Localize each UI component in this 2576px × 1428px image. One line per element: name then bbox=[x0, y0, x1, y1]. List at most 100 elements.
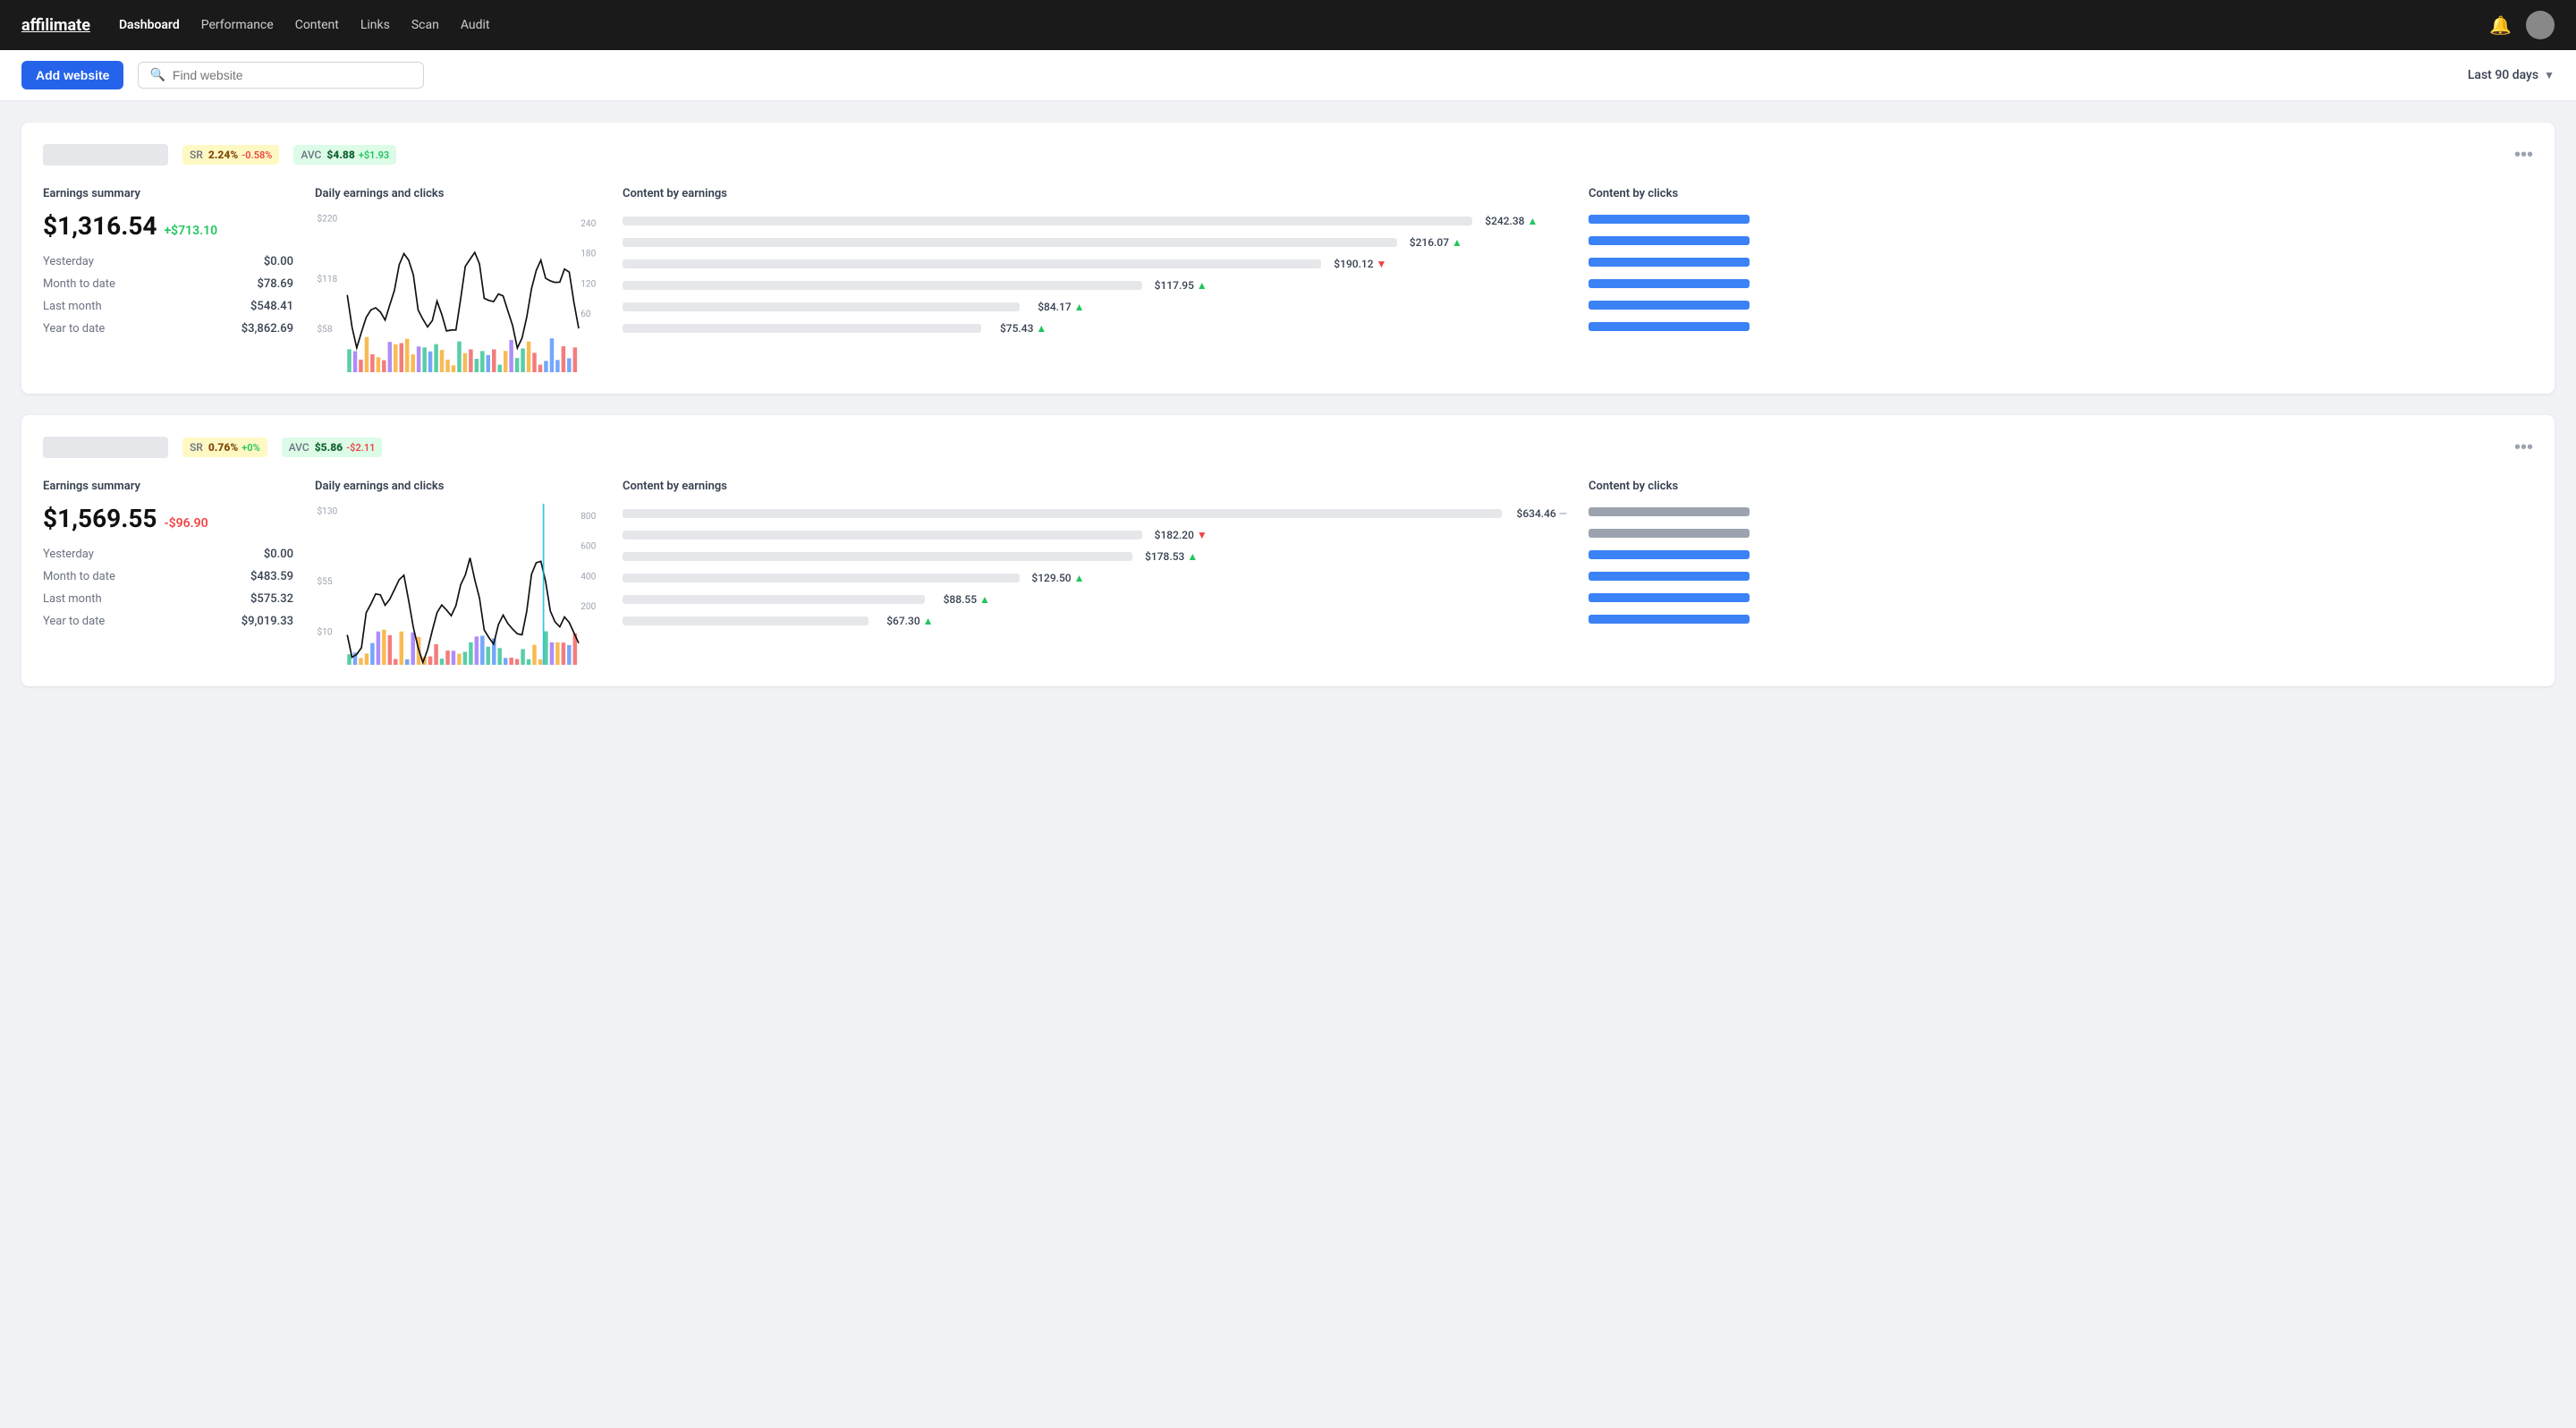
svg-text:400: 400 bbox=[580, 572, 596, 582]
avc-badge: AVC $5.86 -$2.11 bbox=[282, 438, 383, 457]
arrow-up-icon: ▲ bbox=[1074, 572, 1085, 584]
content-bar bbox=[623, 259, 1321, 268]
content-by-clicks: Content by clicks bbox=[1589, 480, 2533, 665]
content-clicks-row bbox=[1589, 301, 2533, 310]
sr-label: SR bbox=[190, 441, 203, 454]
earnings-row-value: $0.00 bbox=[264, 548, 293, 561]
search-input[interactable] bbox=[173, 68, 413, 82]
sr-value: 2.24% bbox=[208, 149, 238, 161]
content-earnings-value: $67.30 ▲ bbox=[876, 615, 934, 627]
nav-scan[interactable]: Scan bbox=[411, 18, 439, 32]
earnings-row-value: $9,019.33 bbox=[242, 615, 293, 628]
arrow-up-icon: ▲ bbox=[979, 593, 990, 606]
content-earnings-row: $634.46 — bbox=[623, 507, 1567, 520]
logo: affilimate bbox=[21, 16, 90, 35]
content-earnings-row: $129.50 ▲ bbox=[623, 572, 1567, 584]
content-clicks-row bbox=[1589, 615, 2533, 624]
content-earnings-value: $75.43 ▲ bbox=[988, 322, 1046, 335]
svg-text:$130: $130 bbox=[318, 505, 338, 516]
earnings-row-label: Yesterday bbox=[43, 255, 94, 268]
svg-text:180: 180 bbox=[580, 250, 596, 259]
content-bar bbox=[623, 509, 1502, 518]
avatar[interactable] bbox=[2526, 11, 2555, 39]
nav-performance[interactable]: Performance bbox=[201, 18, 274, 32]
content-by-earnings-title: Content by earnings bbox=[623, 187, 1567, 200]
card-1: SR 0.76% +0% AVC $5.86 -$2.11 ••• Earnin… bbox=[21, 415, 2555, 686]
avc-badge: AVC $4.88 +$1.93 bbox=[293, 145, 396, 165]
earnings-summary-row: Month to date $483.59 bbox=[43, 570, 293, 583]
earnings-change: +$713.10 bbox=[164, 224, 217, 238]
card-0: SR 2.24% -0.58% AVC $4.88 +$1.93 ••• Ear… bbox=[21, 123, 2555, 394]
earnings-summary-row: Yesterday $0.00 bbox=[43, 548, 293, 561]
card-header: SR 2.24% -0.58% AVC $4.88 +$1.93 ••• bbox=[43, 144, 2533, 166]
card-body: Earnings summary $1,569.55-$96.90 Yester… bbox=[43, 480, 2533, 665]
content-bar bbox=[623, 616, 869, 625]
svg-text:200: 200 bbox=[580, 602, 596, 612]
sr-change: -0.58% bbox=[242, 149, 272, 161]
avc-value: $4.88 bbox=[326, 149, 354, 161]
more-options-button[interactable]: ••• bbox=[2514, 438, 2533, 458]
content-bar bbox=[623, 302, 1020, 311]
date-filter[interactable]: Last 90 days ▼ bbox=[2468, 68, 2555, 82]
content-earnings-row: $216.07 ▲ bbox=[623, 236, 1567, 249]
notification-bell-icon[interactable]: 🔔 bbox=[2489, 14, 2512, 36]
svg-text:600: 600 bbox=[580, 542, 596, 552]
content-by-earnings-title: Content by earnings bbox=[623, 480, 1567, 493]
content-earnings-row: $242.38 ▲ bbox=[623, 215, 1567, 227]
content-clicks-row bbox=[1589, 529, 2533, 538]
content-earnings-value: $129.50 ▲ bbox=[1027, 572, 1085, 584]
arrow-up-icon: ▲ bbox=[1187, 550, 1198, 563]
earnings-row-value: $0.00 bbox=[264, 255, 293, 268]
more-options-button[interactable]: ••• bbox=[2514, 145, 2533, 166]
clicks-bar bbox=[1589, 215, 1750, 224]
earnings-rows: Yesterday $0.00 Month to date $483.59 La… bbox=[43, 548, 293, 628]
content-clicks-row bbox=[1589, 322, 2533, 331]
content-earnings-value: $88.55 ▲ bbox=[932, 593, 990, 606]
sr-label: SR bbox=[190, 149, 203, 161]
card-logo bbox=[43, 437, 168, 458]
content-bar bbox=[623, 324, 981, 333]
earnings-row-label: Month to date bbox=[43, 277, 115, 291]
content-clicks-row bbox=[1589, 572, 2533, 581]
clicks-bar bbox=[1589, 258, 1750, 267]
arrow-down-icon: ▼ bbox=[1197, 529, 1208, 541]
svg-text:800: 800 bbox=[580, 512, 596, 522]
earnings-row-label: Yesterday bbox=[43, 548, 94, 561]
content-earnings-rows: $242.38 ▲ $216.07 ▲ $190.12 ▼ $117.95 ▲ … bbox=[623, 215, 1567, 335]
earnings-summary-row: Yesterday $0.00 bbox=[43, 255, 293, 268]
svg-text:$55: $55 bbox=[318, 575, 333, 587]
svg-text:$10: $10 bbox=[318, 625, 333, 637]
chart-area: $220$118$58 24018012060 bbox=[315, 211, 601, 372]
chart-svg: $220$118$58 24018012060 bbox=[315, 211, 601, 372]
earnings-row-label: Year to date bbox=[43, 615, 105, 628]
clicks-bar bbox=[1589, 322, 1750, 331]
earnings-summary: Earnings summary $1,316.54+$713.10 Yeste… bbox=[43, 187, 293, 372]
sr-badge: SR 2.24% -0.58% bbox=[182, 145, 279, 165]
avc-label: AVC bbox=[301, 149, 321, 161]
content-clicks-row bbox=[1589, 593, 2533, 602]
chart-title: Daily earnings and clicks bbox=[315, 480, 601, 493]
content-clicks-row bbox=[1589, 236, 2533, 245]
clicks-bar bbox=[1589, 593, 1750, 602]
content-earnings-value: $216.07 ▲ bbox=[1404, 236, 1462, 249]
earnings-row-value: $78.69 bbox=[257, 277, 293, 291]
content-by-clicks: Content by clicks bbox=[1589, 187, 2533, 372]
clicks-bar bbox=[1589, 279, 1750, 288]
nav-content[interactable]: Content bbox=[295, 18, 339, 32]
content-bar bbox=[623, 281, 1142, 290]
content-earnings-row: $117.95 ▲ bbox=[623, 279, 1567, 292]
earnings-row-label: Last month bbox=[43, 592, 102, 606]
svg-text:120: 120 bbox=[580, 279, 596, 289]
content-clicks-row bbox=[1589, 215, 2533, 224]
earnings-row-value: $3,862.69 bbox=[242, 322, 293, 336]
earnings-row-label: Month to date bbox=[43, 570, 115, 583]
add-website-button[interactable]: Add website bbox=[21, 61, 123, 89]
clicks-bar bbox=[1589, 572, 1750, 581]
nav-dashboard[interactable]: Dashboard bbox=[119, 18, 180, 32]
nav-audit[interactable]: Audit bbox=[461, 18, 490, 32]
earnings-total: $1,316.54+$713.10 bbox=[43, 211, 293, 241]
nav-links-link[interactable]: Links bbox=[360, 18, 390, 32]
svg-text:$220: $220 bbox=[318, 212, 338, 224]
card-body: Earnings summary $1,316.54+$713.10 Yeste… bbox=[43, 187, 2533, 372]
chart-container: Daily earnings and clicks $130 $55 $10 800… bbox=[315, 480, 601, 665]
